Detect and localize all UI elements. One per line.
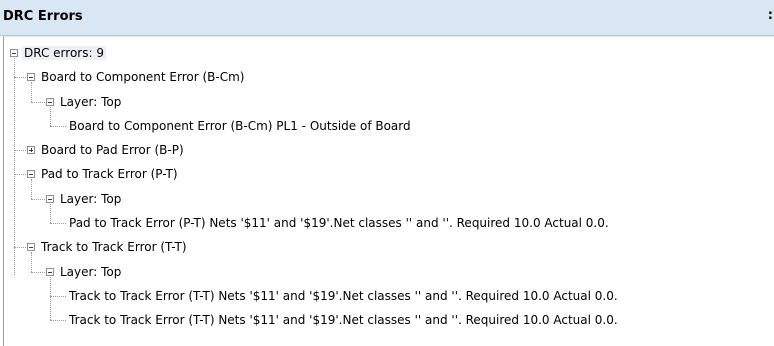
tree-group-board-to-component[interactable]: Board to Component Error (B-Cm): [39, 66, 246, 88]
tree-error-item[interactable]: Track to Track Error (T-T) Nets '$11' an…: [67, 309, 620, 331]
tree-group-label: Track to Track Error (T-T): [41, 240, 187, 254]
tree-line: [50, 107, 51, 126]
tree-error-label: Track to Track Error (T-T) Nets '$11' an…: [69, 313, 618, 327]
collapse-toggle-icon[interactable]: [27, 170, 35, 178]
tree-group-label: Pad to Track Error (P-T): [41, 167, 178, 181]
tree-layer-label: Layer: Top: [60, 95, 122, 109]
panel-options-icon[interactable]: :: [768, 8, 773, 23]
tree-line: [31, 252, 32, 272]
tree-layer-label: Layer: Top: [60, 192, 122, 206]
expand-toggle-icon[interactable]: [27, 146, 35, 154]
tree-group-pad-to-track[interactable]: Pad to Track Error (P-T): [39, 163, 180, 185]
tree-line: [14, 53, 15, 275]
tree-layer-label: Layer: Top: [60, 265, 122, 279]
tree-error-label: Pad to Track Error (P-T) Nets '$11' and …: [69, 216, 609, 230]
tree-line: [50, 296, 66, 297]
tree-group-board-to-pad[interactable]: Board to Pad Error (B-P): [39, 139, 186, 161]
tree-line: [50, 223, 66, 224]
tree-line: [14, 247, 28, 248]
tree-root-label: DRC errors: 9: [22, 46, 106, 60]
tree-error-item[interactable]: Track to Track Error (T-T) Nets '$11' an…: [67, 285, 620, 307]
drc-errors-panel: DRC Errors : DRC errors: 9 Board to Comp…: [0, 0, 774, 346]
drc-error-tree[interactable]: DRC errors: 9 Board to Component Error (…: [3, 36, 774, 346]
collapse-toggle-icon[interactable]: [46, 98, 54, 106]
tree-line: [14, 77, 28, 78]
collapse-toggle-icon[interactable]: [46, 268, 54, 276]
tree-line: [14, 174, 28, 175]
tree-layer-node[interactable]: Layer: Top: [58, 261, 123, 283]
tree-error-item[interactable]: Board to Component Error (B-Cm) PL1 - Ou…: [67, 115, 413, 137]
tree-line: [31, 199, 45, 200]
tree-layer-node[interactable]: Layer: Top: [58, 91, 123, 113]
collapse-toggle-icon[interactable]: [10, 49, 18, 57]
tree-error-label: Board to Component Error (B-Cm) PL1 - Ou…: [69, 119, 411, 133]
tree-line: [31, 82, 32, 102]
tree-error-item[interactable]: Pad to Track Error (P-T) Nets '$11' and …: [67, 212, 611, 234]
tree-line: [31, 272, 45, 273]
tree-group-label: Board to Component Error (B-Cm): [41, 70, 245, 84]
tree-line: [50, 204, 51, 223]
collapse-toggle-icon[interactable]: [27, 243, 35, 251]
tree-line: [31, 179, 32, 199]
tree-line: [50, 126, 66, 127]
tree-line: [14, 150, 28, 151]
tree-line: [50, 277, 51, 320]
collapse-toggle-icon[interactable]: [46, 195, 54, 203]
tree-line: [50, 320, 66, 321]
tree-error-label: Track to Track Error (T-T) Nets '$11' an…: [69, 289, 618, 303]
tree-group-track-to-track[interactable]: Track to Track Error (T-T): [39, 236, 189, 258]
panel-title-bar[interactable]: DRC Errors :: [0, 0, 774, 36]
tree-layer-node[interactable]: Layer: Top: [58, 188, 123, 210]
tree-group-label: Board to Pad Error (B-P): [41, 143, 184, 157]
tree-root[interactable]: DRC errors: 9: [22, 42, 106, 64]
panel-title: DRC Errors: [3, 9, 83, 24]
collapse-toggle-icon[interactable]: [27, 73, 35, 81]
tree-line: [31, 102, 45, 103]
